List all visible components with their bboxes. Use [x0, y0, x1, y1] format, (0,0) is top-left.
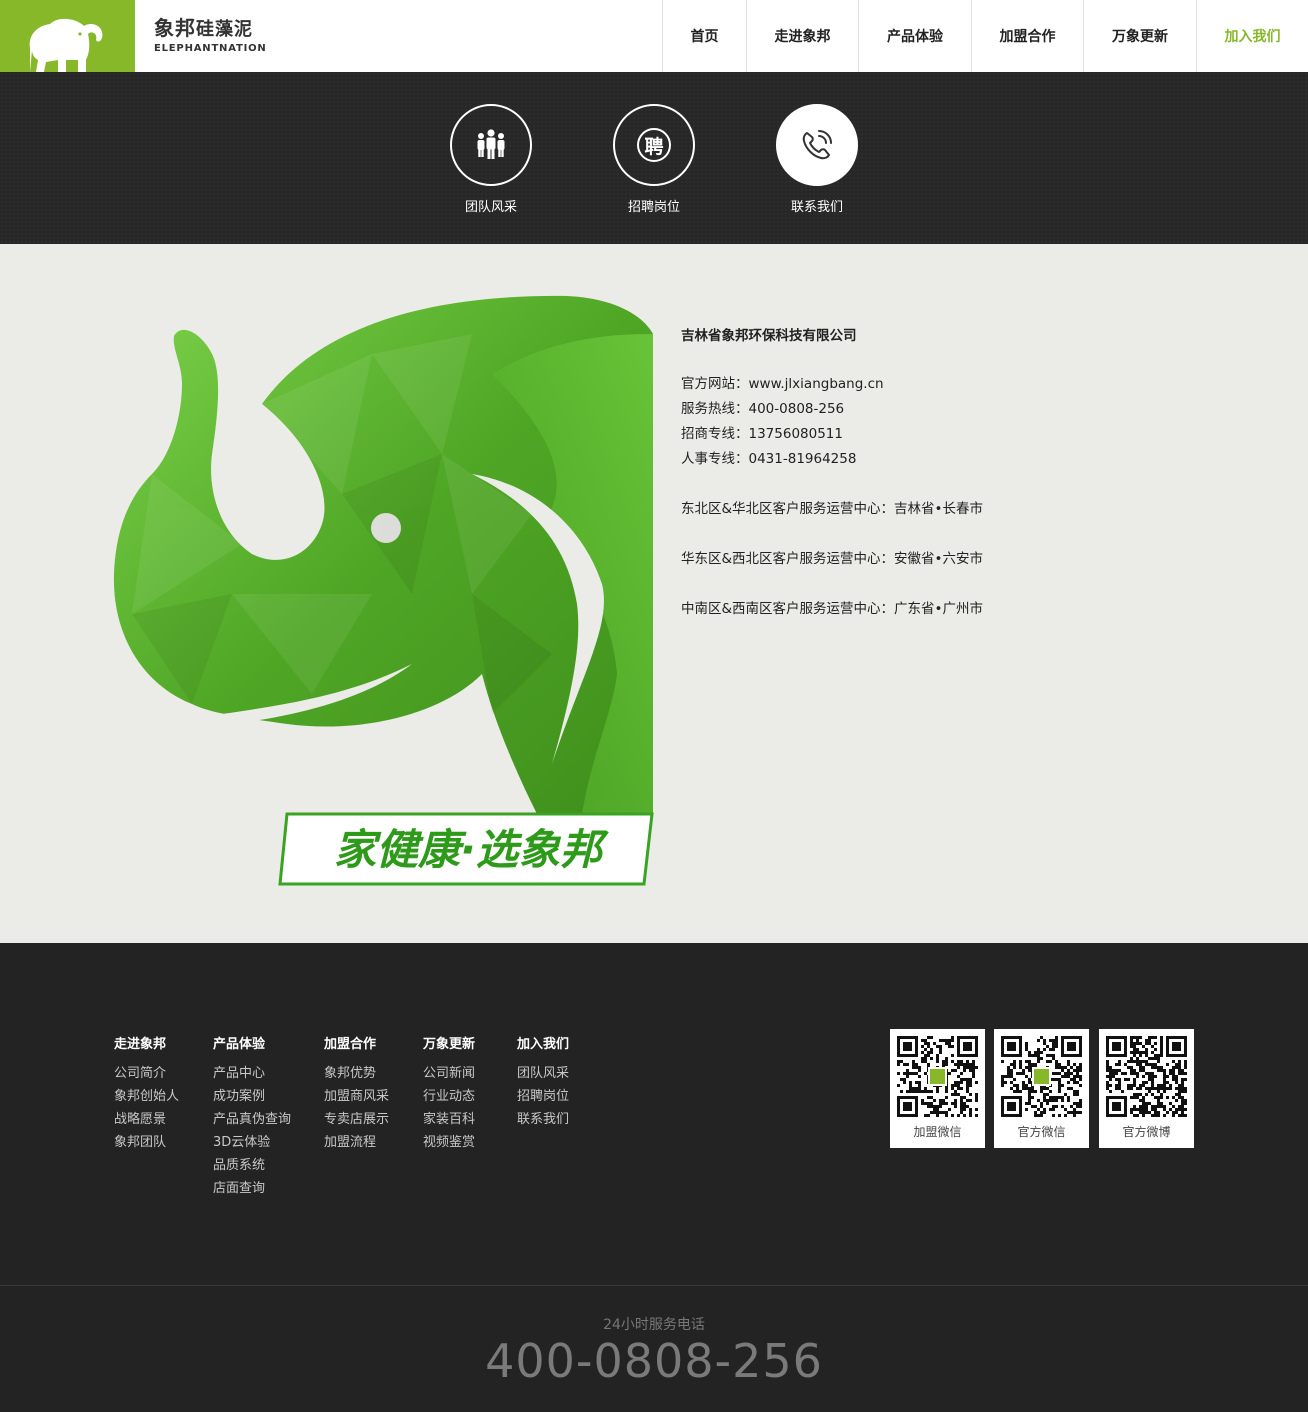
nav-franchise[interactable]: 加盟合作 — [971, 0, 1083, 72]
brand-name: 象邦硅藻泥 — [154, 16, 267, 42]
qr-label: 官方微信 — [1017, 1125, 1066, 1139]
footer-link[interactable]: 产品中心 — [213, 1062, 291, 1085]
recruit-icon-text: 聘 — [644, 135, 664, 158]
subnav-contact-circle — [776, 104, 858, 186]
service-center-south: 中南区&西南区客户服务运营中心：广东省•广州市 — [681, 601, 983, 617]
sub-nav-band: 团队风采 聘 招聘岗位 联系我们 — [0, 72, 1308, 244]
subnav-recruit-label: 招聘岗位 — [627, 200, 680, 215]
slogan-banner: 家健康·选象邦 — [278, 812, 654, 886]
team-icon — [477, 129, 505, 159]
qr-official-wechat: 官方微信 — [994, 1029, 1089, 1148]
footer-link[interactable]: 招聘岗位 — [517, 1085, 569, 1108]
footer-col-join: 加入我们 团队风采 招聘岗位 联系我们 — [517, 1033, 569, 1131]
footer-col-news: 万象更新 公司新闻 行业动态 家装百科 视频鉴赏 — [423, 1033, 475, 1154]
nav-join-us[interactable]: 加入我们 — [1196, 0, 1308, 72]
site-header: 象邦硅藻泥 ELEPHANTNATION 首页 走进象邦 产品体验 加盟合作 万… — [0, 0, 1308, 72]
service-center-northeast: 东北区&华北区客户服务运营中心：吉林省•长春市 — [681, 501, 983, 517]
subnav-recruit-circle: 聘 — [613, 104, 695, 186]
slogan-text: 家健康·选象邦 — [334, 825, 609, 874]
nav-products[interactable]: 产品体验 — [858, 0, 971, 72]
subnav-recruit[interactable]: 聘 招聘岗位 — [594, 104, 714, 215]
phone-icon — [802, 130, 832, 160]
nav-news[interactable]: 万象更新 — [1083, 0, 1196, 72]
footer-link[interactable]: 战略愿景 — [114, 1108, 179, 1131]
footer-link[interactable]: 公司新闻 — [423, 1062, 475, 1085]
footer-link[interactable]: 加盟流程 — [324, 1131, 389, 1154]
contact-hr-line: 人事专线：0431-81964258 — [681, 451, 857, 467]
main-nav: 首页 走进象邦 产品体验 加盟合作 万象更新 加入我们 — [662, 0, 1308, 72]
site-footer: 走进象邦 公司简介 象邦创始人 战略愿景 象邦团队 产品体验 产品中心 成功案例… — [0, 943, 1308, 1285]
footer-col-about: 走进象邦 公司简介 象邦创始人 战略愿景 象邦团队 — [114, 1033, 179, 1154]
footer-col-title[interactable]: 加入我们 — [517, 1033, 569, 1052]
footer-link[interactable]: 品质系统 — [213, 1154, 291, 1177]
footer-link[interactable]: 团队风采 — [517, 1062, 569, 1085]
company-name: 吉林省象邦环保科技有限公司 — [681, 328, 857, 344]
qr-label: 官方微博 — [1122, 1125, 1171, 1139]
elephant-illustration: 家健康·选象邦 — [113, 295, 654, 886]
brand-name-en: ELEPHANTNATION — [154, 43, 267, 54]
footer-link[interactable]: 加盟商风采 — [324, 1085, 389, 1108]
elephant-logo-icon — [29, 18, 103, 72]
footer-col-title[interactable]: 产品体验 — [213, 1033, 291, 1052]
nav-home[interactable]: 首页 — [662, 0, 746, 72]
footer-link[interactable]: 象邦创始人 — [114, 1085, 179, 1108]
contact-info: 吉林省象邦环保科技有限公司 官方网站：www.jlxiangbang.cn 服务… — [681, 324, 983, 622]
brand: 象邦硅藻泥 ELEPHANTNATION — [154, 16, 267, 55]
footer-col-title[interactable]: 走进象邦 — [114, 1033, 179, 1052]
qr-official-weibo: 官方微博 — [1099, 1029, 1194, 1148]
recruit-icon: 聘 — [637, 128, 671, 162]
contact-website[interactable]: 官方网站：www.jlxiangbang.cn — [681, 372, 983, 397]
footer-link[interactable]: 行业动态 — [423, 1085, 475, 1108]
hotline-number: 400-0808-256 — [485, 1334, 823, 1388]
qr-code-icon — [897, 1036, 978, 1117]
footer-link[interactable]: 专卖店展示 — [324, 1108, 389, 1131]
footer-col-title[interactable]: 万象更新 — [423, 1033, 475, 1052]
qr-label: 加盟微信 — [913, 1125, 962, 1139]
qr-code-icon — [1001, 1036, 1082, 1117]
subnav-team-label: 团队风采 — [464, 200, 517, 215]
brand-name-sub: 硅藻泥 — [196, 19, 253, 40]
contact-section: 家健康·选象邦 吉林省象邦环保科技有限公司 官方网站：www.jlxiangba… — [0, 244, 1308, 943]
footer-link[interactable]: 视频鉴赏 — [423, 1131, 475, 1154]
hotline-label: 24小时服务电话 — [603, 1317, 705, 1333]
footer-col-products: 产品体验 产品中心 成功案例 产品真伪查询 3D云体验 品质系统 店面查询 — [213, 1033, 291, 1200]
subnav-team-circle — [450, 104, 532, 186]
footer-link[interactable]: 联系我们 — [517, 1108, 569, 1131]
brand-name-cn: 象邦 — [154, 16, 196, 40]
footer-link[interactable]: 家装百科 — [423, 1108, 475, 1131]
footer-link[interactable]: 象邦团队 — [114, 1131, 179, 1154]
footer-link[interactable]: 产品真伪查询 — [213, 1108, 291, 1131]
footer-link[interactable]: 象邦优势 — [324, 1062, 389, 1085]
qr-franchise-wechat: 加盟微信 — [890, 1029, 985, 1148]
footer-link[interactable]: 公司简介 — [114, 1062, 179, 1085]
hotline-bar: 24小时服务电话 400-0808-256 — [0, 1285, 1308, 1412]
service-center-east: 华东区&西北区客户服务运营中心：安徽省•六安市 — [681, 551, 983, 567]
footer-link[interactable]: 成功案例 — [213, 1085, 291, 1108]
subnav-team[interactable]: 团队风采 — [431, 104, 551, 215]
contact-hotline: 服务热线：400-0808-256 — [681, 401, 845, 417]
footer-col-franchise: 加盟合作 象邦优势 加盟商风采 专卖店展示 加盟流程 — [324, 1033, 389, 1154]
logo[interactable] — [0, 0, 135, 72]
subnav-contact-label: 联系我们 — [790, 200, 843, 215]
subnav-contact[interactable]: 联系我们 — [757, 104, 877, 215]
nav-about[interactable]: 走进象邦 — [746, 0, 858, 72]
qr-code-icon — [1106, 1036, 1187, 1117]
contact-franchise-line: 招商专线：13756080511 — [681, 426, 843, 442]
footer-link[interactable]: 店面查询 — [213, 1177, 291, 1200]
footer-col-title[interactable]: 加盟合作 — [324, 1033, 389, 1052]
footer-link[interactable]: 3D云体验 — [213, 1131, 291, 1154]
